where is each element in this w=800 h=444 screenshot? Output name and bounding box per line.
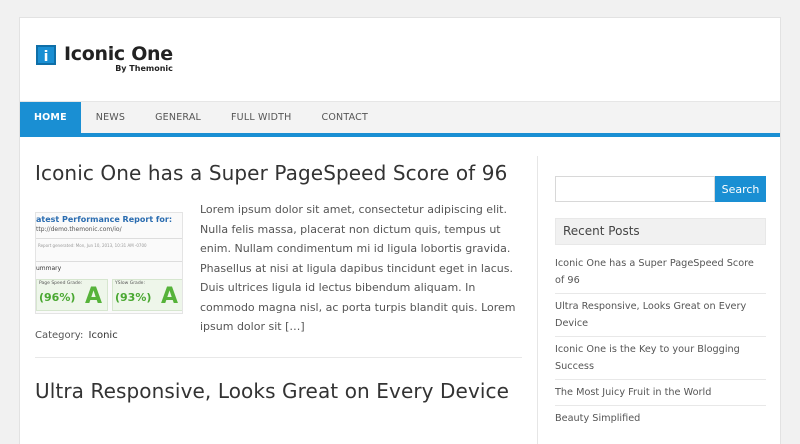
- recent-post-link[interactable]: Beauty Simplified: [555, 406, 766, 431]
- logo-icon: i: [36, 45, 56, 65]
- thumb-url: ttp://demo.themonic.com/io/: [36, 226, 122, 233]
- site-title[interactable]: Iconic One: [64, 42, 173, 66]
- thumb-divider: [36, 238, 182, 239]
- sidebar: Search Recent Posts Iconic One has a Sup…: [537, 156, 780, 444]
- post: Iconic One has a Super PageSpeed Score o…: [35, 156, 525, 341]
- nav-item-general[interactable]: GENERAL: [140, 102, 216, 133]
- thumb-heading: atest Performance Report for:: [36, 215, 173, 224]
- post-title[interactable]: Iconic One has a Super PageSpeed Score o…: [35, 156, 525, 190]
- recent-post-link[interactable]: Iconic One is the Key to your Blogging S…: [555, 337, 766, 380]
- recent-post-link[interactable]: Iconic One has a Super PageSpeed Score o…: [555, 255, 766, 294]
- main-nav: HOME NEWS GENERAL FULL WIDTH CONTACT: [20, 101, 780, 137]
- site-logo[interactable]: i Iconic One By Themonic: [36, 42, 173, 73]
- nav-item-home[interactable]: HOME: [20, 102, 81, 133]
- recent-post-link[interactable]: Ultra Responsive, Looks Great on Every D…: [555, 294, 766, 337]
- pagespeed-grade: Page Speed Grade: (96%) A: [36, 279, 108, 311]
- nav-item-contact[interactable]: CONTACT: [307, 102, 383, 133]
- logo-text: Iconic One By Themonic: [64, 42, 173, 73]
- nav-item-news[interactable]: NEWS: [81, 102, 140, 133]
- page-container: i Iconic One By Themonic HOME NEWS GENER…: [19, 17, 781, 444]
- main-content: Iconic One has a Super PageSpeed Score o…: [35, 156, 525, 408]
- site-header: i Iconic One By Themonic: [20, 18, 780, 101]
- category-link[interactable]: Iconic: [89, 330, 118, 341]
- post-title[interactable]: Ultra Responsive, Looks Great on Every D…: [35, 374, 525, 408]
- grade-letter: A: [85, 284, 103, 309]
- thumb-meta: Report generated: Mon, Jun 10, 2013, 10:…: [38, 243, 147, 248]
- post-excerpt: Lorem ipsum dolor sit amet, consectetur …: [200, 203, 516, 333]
- post-body: atest Performance Report for: ttp://demo…: [35, 200, 525, 333]
- thumb-summary: ummary: [36, 265, 62, 272]
- search-button[interactable]: Search: [715, 176, 766, 202]
- yslow-grade: YSlow Grade: (93%) A: [112, 279, 182, 311]
- nav-item-full-width[interactable]: FULL WIDTH: [216, 102, 306, 133]
- category-label: Category:: [35, 330, 84, 341]
- grade-percent: (93%): [115, 291, 152, 304]
- search-input[interactable]: [555, 176, 715, 202]
- search-form: Search: [555, 176, 766, 202]
- post-thumbnail[interactable]: atest Performance Report for: ttp://demo…: [35, 212, 183, 314]
- post-divider: [35, 357, 522, 358]
- recent-posts-title: Recent Posts: [555, 218, 766, 245]
- grade-letter: A: [161, 284, 179, 309]
- grade-label: Page Speed Grade:: [39, 281, 83, 286]
- grade-percent: (96%): [39, 291, 76, 304]
- recent-post-link[interactable]: The Most Juicy Fruit in the World: [555, 380, 766, 406]
- thumb-divider: [36, 261, 182, 262]
- grade-label: YSlow Grade:: [115, 281, 145, 286]
- recent-posts-list: Iconic One has a Super PageSpeed Score o…: [555, 255, 766, 431]
- post: Ultra Responsive, Looks Great on Every D…: [35, 374, 525, 408]
